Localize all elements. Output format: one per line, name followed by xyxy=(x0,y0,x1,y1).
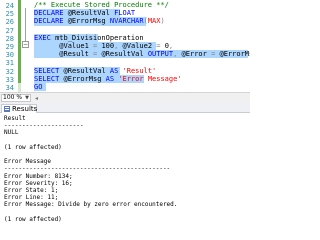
code-token: OUTPUT xyxy=(147,50,174,59)
code-line[interactable]: GO xyxy=(34,82,42,92)
tab-results-label: Results xyxy=(12,105,38,113)
result-line: Error Number: 8134; xyxy=(4,172,73,180)
result-line: Error Severity: 16; xyxy=(4,179,73,187)
code-line[interactable]: SELECT @ErrorMsg AS 'Error Message' xyxy=(34,74,182,84)
code-token: = xyxy=(211,50,220,59)
code-token: NVARCHAR xyxy=(109,17,144,26)
result-line: Error Message xyxy=(4,158,51,166)
results-pane[interactable]: Result ---------------------- NULL (1 row a… xyxy=(0,114,250,224)
changed-lines-marker xyxy=(18,0,21,83)
chevron-down-icon: ▼ xyxy=(25,95,29,101)
scroll-left-icon[interactable]: ◂ xyxy=(35,95,38,102)
code-token: @ErrorMsg xyxy=(67,17,110,26)
code-token: @ErrorMsg xyxy=(219,50,251,59)
results-tab-strip: Results xyxy=(0,103,250,113)
query-editor[interactable]: − 24 25 26 27 28 29 30 31 32 33 34 /** Execute Sto… xyxy=(0,0,250,103)
result-line: ---------------------- xyxy=(4,122,84,130)
code-token: MAX xyxy=(147,17,161,26)
code-token: GO xyxy=(34,83,43,91)
result-line: Error Message: Divide by zero error enco… xyxy=(4,201,178,209)
collapse-icon[interactable]: − xyxy=(22,41,29,48)
code-token: , xyxy=(173,50,182,59)
tab-results[interactable]: Results xyxy=(1,104,37,113)
editor-gutter: − 24 25 26 27 28 29 30 31 32 33 34 xyxy=(0,0,32,103)
code-token: AS xyxy=(105,74,119,83)
code-token: ) xyxy=(160,17,165,26)
fold-guide xyxy=(25,8,26,44)
zoom-dropdown[interactable]: 100 % ▼ xyxy=(1,94,31,102)
grid-icon xyxy=(4,106,10,112)
code-token: @Result xyxy=(34,50,94,59)
change-tracking-margin xyxy=(18,0,21,103)
code-token: 'Error Message' xyxy=(118,74,182,83)
result-line: Result xyxy=(4,115,26,122)
result-line: (1 row affected) xyxy=(4,143,62,151)
result-line: NULL xyxy=(4,129,19,137)
code-token: DECLARE xyxy=(34,17,68,26)
result-line: (1 row affected) xyxy=(4,215,62,223)
result-line: ----------------------------------------… xyxy=(4,165,171,173)
result-line: Error State: 1; xyxy=(4,187,59,194)
code-line[interactable]: DECLARE @ErrorMsg NVARCHAR(MAX) xyxy=(34,16,165,26)
code-line[interactable]: @Result = @ResultVal OUTPUT, @Error = @E… xyxy=(34,49,250,59)
editor-status-bar: 100 % ▼ ◂ xyxy=(0,92,250,103)
code-token: @ErrorMsg xyxy=(63,74,106,83)
result-line: Error Line: 11; xyxy=(4,194,59,202)
code-token: @Error xyxy=(181,50,212,59)
code-token: @ResultVal xyxy=(101,50,148,59)
zoom-value: 100 % xyxy=(3,94,23,101)
